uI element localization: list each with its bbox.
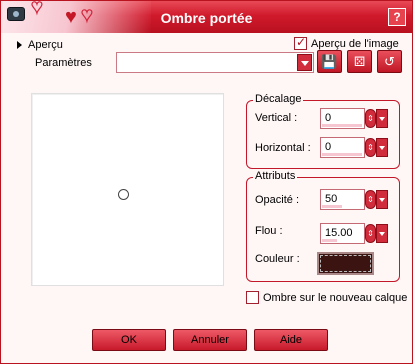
presets-label: Paramètres [35, 57, 92, 69]
title-bar[interactable]: ♥ ♥ ♥ Ombre portée ? [1, 1, 412, 33]
horizontal-slider[interactable] [322, 153, 362, 156]
window-title: Ombre portée [160, 10, 253, 26]
horizontal-label: Horizontal : [255, 142, 311, 154]
opacity-slider[interactable] [322, 205, 342, 208]
offset-group-title: Décalage [253, 93, 304, 105]
new-layer-checkbox[interactable]: Ombre sur le nouveau calque [246, 291, 407, 304]
image-preview-checkbox[interactable]: Aperçu de l'image [294, 35, 399, 50]
help-button[interactable]: Aide [254, 329, 328, 351]
reset-button[interactable]: ↺ [377, 50, 402, 73]
vertical-label: Vertical : [255, 112, 298, 124]
cancel-button[interactable]: Annuler [173, 329, 247, 351]
chevron-down-icon[interactable] [376, 224, 388, 243]
spin-arrows-icon[interactable]: ⇕ [365, 224, 376, 243]
presets-dropdown[interactable] [116, 52, 314, 73]
checkbox-box[interactable] [294, 35, 307, 50]
attributes-group-title: Attributs [253, 170, 298, 182]
blur-slider[interactable] [322, 239, 337, 242]
spin-arrows-icon[interactable]: ⇕ [365, 190, 376, 209]
chevron-down-icon[interactable] [376, 190, 388, 209]
blur-label: Flou : [255, 225, 283, 237]
preview-toggle[interactable]: Aperçu [17, 39, 63, 51]
ok-button[interactable]: OK [92, 329, 166, 351]
horizontal-spinner[interactable]: 0 ⇕ [320, 137, 388, 158]
checkbox-box[interactable] [246, 291, 259, 304]
new-layer-label: Ombre sur le nouveau calque [263, 291, 408, 304]
save-preset-button[interactable]: 💾 [317, 50, 342, 73]
randomize-button[interactable]: ⚄ [347, 50, 372, 73]
color-label: Couleur : [255, 253, 300, 265]
vertical-slider[interactable] [322, 124, 362, 127]
spin-arrows-icon[interactable]: ⇕ [365, 109, 376, 128]
image-preview-label: Aperçu de l'image [311, 37, 399, 50]
help-icon[interactable]: ? [388, 8, 406, 26]
chevron-down-icon[interactable] [376, 109, 388, 128]
expand-arrow-icon[interactable] [17, 41, 22, 49]
drop-shadow-dialog: ♥ ♥ ♥ Ombre portée ? Aperçu Aperçu de l'… [0, 0, 413, 364]
shadow-handle[interactable] [118, 189, 129, 200]
preview-toggle-label: Aperçu [28, 39, 63, 51]
vertical-spinner[interactable]: 0 ⇕ [320, 108, 388, 129]
chevron-down-icon[interactable] [297, 54, 312, 71]
blur-spinner[interactable]: 15.00 ⇕ [320, 223, 388, 244]
opacity-spinner[interactable]: 50 ⇕ [320, 189, 388, 210]
spin-arrows-icon[interactable]: ⇕ [365, 138, 376, 157]
preview-canvas[interactable] [31, 93, 224, 286]
shadow-color-swatch[interactable] [317, 252, 374, 275]
chevron-down-icon[interactable] [376, 138, 388, 157]
opacity-label: Opacité : [255, 194, 300, 206]
